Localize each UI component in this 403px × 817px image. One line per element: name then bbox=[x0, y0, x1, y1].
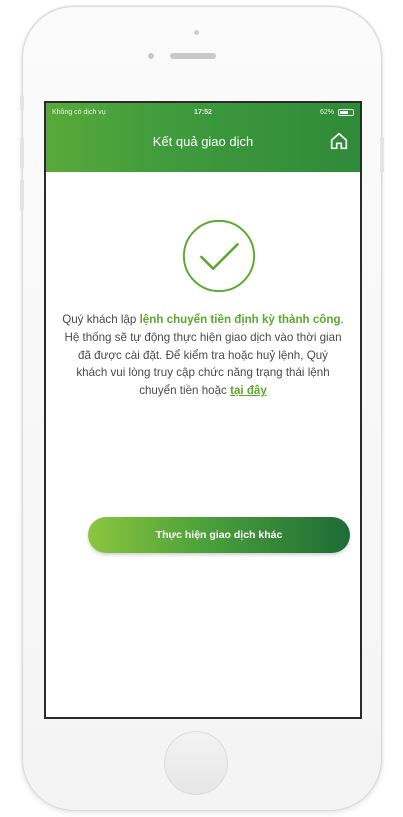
phone-volume-up bbox=[20, 137, 24, 169]
message-highlight: lệnh chuyển tiền định kỳ thành công bbox=[139, 313, 341, 326]
status-link[interactable]: tại đây bbox=[230, 384, 267, 397]
phone-volume-down bbox=[20, 179, 24, 211]
result-message: Quý khách lập lệnh chuyển tiền định kỳ t… bbox=[62, 311, 344, 400]
phone-power-button bbox=[380, 137, 384, 173]
phone-camera bbox=[194, 30, 199, 35]
phone-side-button bbox=[20, 95, 24, 111]
phone-sensor bbox=[148, 53, 154, 59]
message-text: Quý khách lập bbox=[62, 313, 140, 326]
new-transaction-button[interactable]: Thực hiện giao dịch khác bbox=[88, 517, 350, 553]
battery-percent: 62% bbox=[319, 109, 334, 116]
battery-icon bbox=[338, 109, 354, 116]
app-screen: Không có dịch vụ 17:52 62% Kết quả giao … bbox=[44, 101, 362, 719]
phone-speaker bbox=[170, 53, 216, 59]
app-header: Không có dịch vụ 17:52 62% Kết quả giao … bbox=[46, 103, 360, 172]
check-circle-icon bbox=[182, 219, 256, 293]
phone-home-button[interactable] bbox=[164, 731, 228, 795]
home-icon[interactable] bbox=[328, 130, 350, 152]
status-bar: Không có dịch vụ 17:52 62% bbox=[46, 103, 360, 123]
status-time: 17:52 bbox=[194, 109, 212, 116]
page-title: Kết quả giao dịch bbox=[152, 134, 254, 149]
